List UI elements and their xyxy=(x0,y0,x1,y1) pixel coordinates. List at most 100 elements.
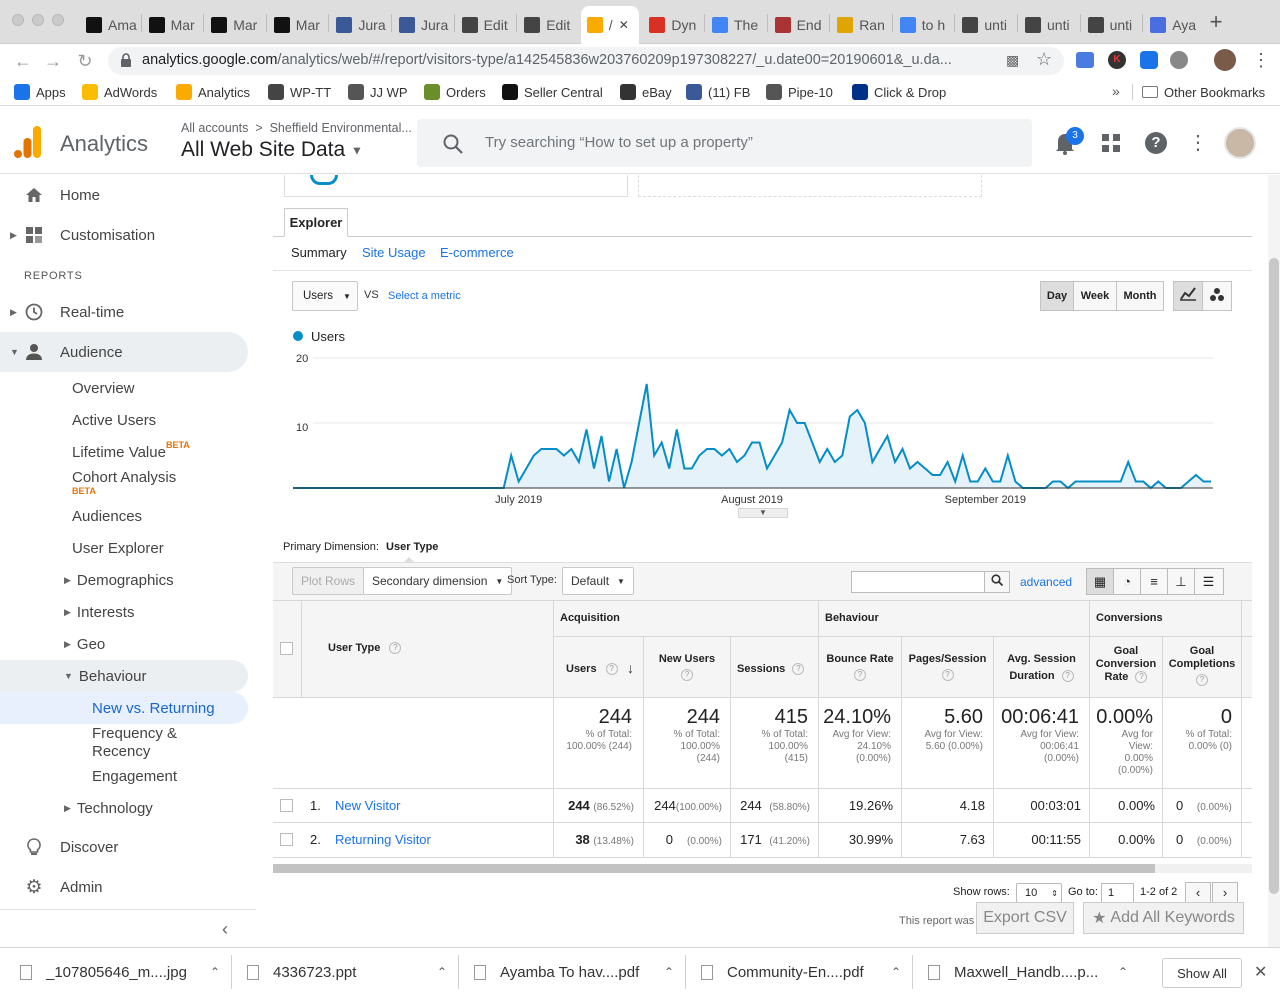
close-window-button[interactable] xyxy=(12,14,24,26)
browser-tab[interactable]: unti xyxy=(1082,6,1142,44)
subtab-summary[interactable]: Summary xyxy=(291,245,347,260)
account-breadcrumb[interactable]: All accounts > Sheffield Environmental..… xyxy=(181,121,412,135)
col-header-avg-session-duration[interactable]: Avg. Session Duration ? xyxy=(994,651,1089,685)
view-selector[interactable]: All Web Site Data ▼ xyxy=(181,138,363,162)
col-header-pages-session[interactable]: Pages/Session? xyxy=(902,651,993,683)
secondary-dimension-dropdown[interactable]: Secondary dimension ▼ xyxy=(363,567,513,595)
col-header-new-users[interactable]: New Users? xyxy=(644,651,730,683)
granularity-day-button[interactable]: Day xyxy=(1040,281,1074,311)
help-icon[interactable]: ? xyxy=(681,669,693,682)
select-all-checkbox[interactable] xyxy=(280,642,293,655)
help-icon[interactable]: ? xyxy=(854,669,866,682)
subtab-ecommerce[interactable]: E-commerce xyxy=(440,245,514,260)
browser-tab[interactable]: Ran xyxy=(831,6,891,44)
browser-tab[interactable]: unti xyxy=(1019,6,1079,44)
minimize-window-button[interactable] xyxy=(32,14,44,26)
browser-tab[interactable]: Edit xyxy=(456,6,516,44)
data-table-view-icon[interactable]: ▦ xyxy=(1087,569,1114,594)
bookmark-item[interactable]: (11) FB xyxy=(686,83,750,101)
row-user-type-link[interactable]: New Visitor xyxy=(335,798,401,813)
pie-view-icon[interactable]: ◔ xyxy=(1114,569,1141,594)
browser-tab[interactable]: Jura xyxy=(330,6,390,44)
collapse-sidebar-icon[interactable]: ‹ xyxy=(222,919,228,940)
sidebar-item-overview[interactable]: Overview xyxy=(72,372,135,404)
subtab-site-usage[interactable]: Site Usage xyxy=(362,245,426,260)
bookmark-item[interactable]: Click & Drop xyxy=(852,83,946,101)
sidebar-item-geo[interactable]: ▶ Geo xyxy=(64,628,105,660)
download-item[interactable]: Maxwell_Handb....p... ⌃ xyxy=(928,952,1128,992)
col-header-bounce-rate[interactable]: Bounce Rate? xyxy=(819,651,901,683)
bookmark-item[interactable]: Orders xyxy=(424,83,486,101)
browser-tab[interactable]: Mar xyxy=(143,6,203,44)
table-search-input[interactable] xyxy=(851,571,985,593)
plot-rows-button[interactable]: Plot Rows xyxy=(292,567,365,595)
granularity-month-button[interactable]: Month xyxy=(1116,281,1164,311)
bookmark-item[interactable]: Pipe-10 xyxy=(766,83,833,101)
download-item[interactable]: Ayamba To hav....pdf ⌃ xyxy=(474,952,674,992)
performance-view-icon[interactable]: ≡ xyxy=(1141,569,1168,594)
col-header-sessions[interactable]: Sessions ? xyxy=(737,663,805,676)
more-options-icon[interactable]: ⋮ xyxy=(1188,132,1208,154)
granularity-week-button[interactable]: Week xyxy=(1073,281,1117,311)
sidebar-item-active-users[interactable]: Active Users xyxy=(72,404,156,436)
other-bookmarks[interactable]: Other Bookmarks xyxy=(1142,83,1265,101)
show-all-downloads-button[interactable]: Show All xyxy=(1162,958,1242,988)
help-icon[interactable]: ? xyxy=(1196,674,1208,686)
browser-tab[interactable]: unti xyxy=(956,6,1016,44)
sidebar-item-technology[interactable]: ▶ Technology xyxy=(64,792,153,824)
sidebar-item-audiences[interactable]: Audiences xyxy=(72,500,142,532)
forward-button[interactable]: → xyxy=(42,50,64,72)
browser-tab[interactable]: / ✕ xyxy=(580,6,639,44)
browser-tab[interactable]: Mar xyxy=(205,6,265,44)
extension-k-icon[interactable]: K xyxy=(1108,51,1126,69)
analytics-logo-icon[interactable] xyxy=(14,126,42,158)
help-icon[interactable]: ? xyxy=(389,642,402,655)
close-tab-icon[interactable]: ✕ xyxy=(619,18,629,32)
next-page-button[interactable]: › xyxy=(1212,882,1238,904)
download-item[interactable]: _107805646_m....jpg ⌃ xyxy=(20,952,220,992)
account-avatar[interactable] xyxy=(1224,127,1256,159)
help-icon[interactable]: ? xyxy=(941,669,954,682)
row-checkbox[interactable] xyxy=(280,833,293,846)
page-scrollbar-thumb[interactable] xyxy=(1269,258,1279,894)
extension-blue-icon[interactable] xyxy=(1140,51,1158,69)
select-metric-link[interactable]: Select a metric xyxy=(388,290,461,302)
col-header-users[interactable]: Users ? xyxy=(566,663,618,676)
sidebar-item-customisation[interactable]: ▶ Customisation xyxy=(0,219,248,251)
new-tab-button[interactable]: + xyxy=(1206,11,1226,33)
sidebar-item-behaviour[interactable]: ▼ Behaviour xyxy=(0,660,248,692)
sidebar-item-frequency-recency[interactable]: Frequency & Recency xyxy=(92,725,177,761)
add-all-keywords-button[interactable]: ★ Add All Keywords xyxy=(1083,902,1244,934)
sidebar-item-admin[interactable]: ⚙ Admin xyxy=(0,871,248,903)
table-scrollbar-thumb[interactable] xyxy=(273,864,1155,873)
col-header-user-type[interactable]: User Type ? xyxy=(328,642,402,655)
back-button[interactable]: ← xyxy=(12,50,34,72)
bookmark-item[interactable]: eBay xyxy=(620,83,672,101)
help-icon[interactable]: ? xyxy=(1145,132,1167,154)
sidebar-item-new-vs-returning[interactable]: New vs. Returning xyxy=(0,692,248,724)
profile-avatar[interactable] xyxy=(1214,49,1236,71)
sidebar-item-realtime[interactable]: ▶ Real-time xyxy=(0,296,248,328)
download-item[interactable]: Community-En....pdf ⌃ xyxy=(701,952,901,992)
chevron-up-icon[interactable]: ⌃ xyxy=(1118,965,1128,979)
export-csv-button[interactable]: Export CSV xyxy=(976,902,1074,934)
reload-button[interactable]: ↻ xyxy=(74,50,96,72)
chevron-up-icon[interactable]: ⌃ xyxy=(210,965,220,979)
show-rows-select[interactable]: 10 ⇕ xyxy=(1016,883,1062,903)
chevron-up-icon[interactable]: ⌃ xyxy=(437,965,447,979)
goto-input[interactable]: 1 xyxy=(1101,883,1134,903)
pivot-view-icon[interactable]: ☰ xyxy=(1195,569,1222,594)
bookmark-item[interactable]: Analytics xyxy=(176,83,250,101)
previous-page-button[interactable]: ‹ xyxy=(1185,882,1211,904)
extension-icon[interactable] xyxy=(1076,52,1094,68)
bookmark-item[interactable]: WP-TT xyxy=(268,83,331,101)
sidebar-item-engagement[interactable]: Engagement xyxy=(92,760,177,792)
browser-tab[interactable]: Mar xyxy=(268,6,328,44)
more-bookmarks-icon[interactable]: » xyxy=(1112,83,1120,99)
help-icon[interactable]: ? xyxy=(1135,671,1148,684)
sidebar-item-user-explorer[interactable]: User Explorer xyxy=(72,532,164,564)
browser-tab[interactable]: End xyxy=(769,6,829,44)
metric-dropdown[interactable]: Users ▼ xyxy=(292,281,358,311)
browser-tab[interactable]: The xyxy=(706,6,766,44)
help-icon[interactable]: ? xyxy=(792,663,805,676)
